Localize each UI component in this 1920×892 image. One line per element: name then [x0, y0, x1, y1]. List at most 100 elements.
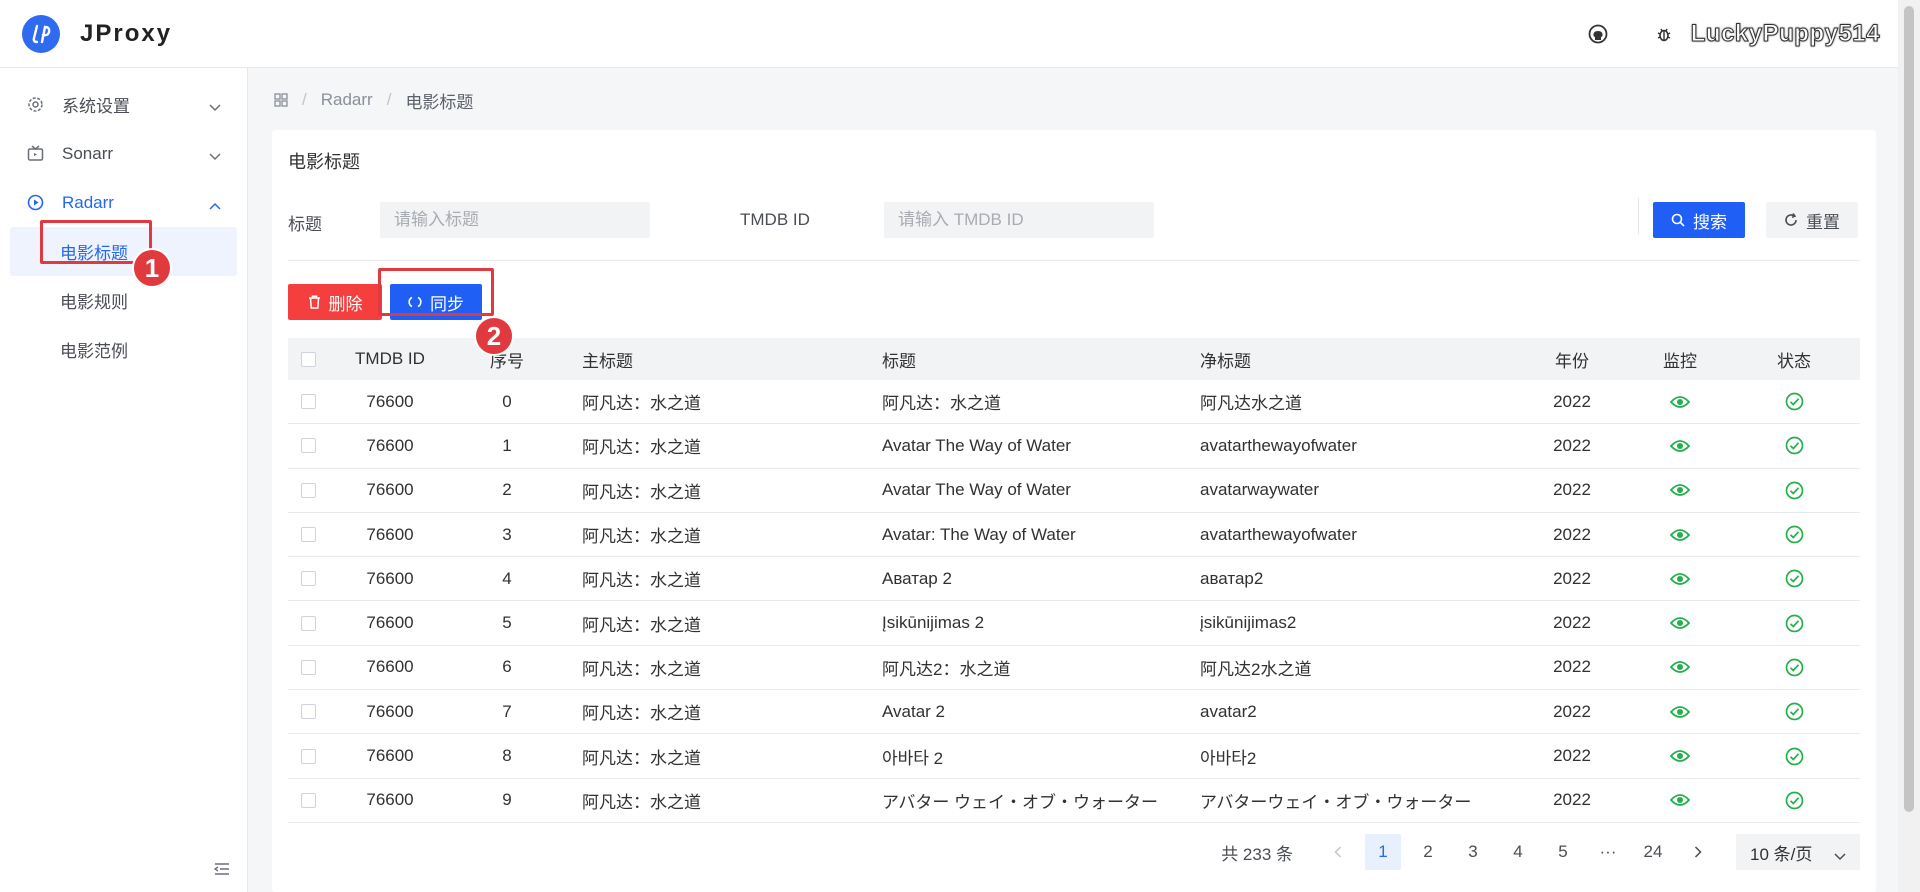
cell-main-title: 阿凡达：水之道 — [582, 748, 701, 768]
cell-status — [1736, 702, 1852, 721]
header-monitor[interactable]: 监控 — [1624, 347, 1736, 372]
select-all-checkbox[interactable] — [300, 351, 316, 367]
title-filter-label: 标题 — [288, 215, 322, 234]
cell-tmdb-id: 76600 — [366, 613, 414, 633]
header-main-title[interactable]: 主标题 — [562, 347, 882, 372]
row-checkbox[interactable] — [300, 571, 316, 587]
eye-icon[interactable] — [1670, 439, 1690, 453]
sidebar-item-movie-examples[interactable]: 电影范例 — [0, 325, 247, 374]
row-checkbox[interactable] — [300, 527, 316, 543]
table-row[interactable]: 76600 1 阿凡达：水之道 Avatar The Way of Water avat… — [288, 424, 1860, 469]
bug-icon[interactable] — [1651, 21, 1677, 47]
logo[interactable]: JProxy — [22, 14, 173, 53]
row-select-cell — [288, 571, 328, 587]
username[interactable]: LuckyPuppy514 — [1690, 20, 1880, 48]
cell-seq: 1 — [502, 435, 512, 455]
page-button-24[interactable]: 24 — [1635, 834, 1671, 870]
table-row[interactable]: 76600 0 阿凡达：水之道 阿凡达：水之道 阿凡达水之道 2022 — [288, 380, 1860, 425]
reset-button[interactable]: 重置 — [1766, 202, 1858, 238]
eye-icon[interactable] — [1670, 749, 1690, 763]
table-row[interactable]: 76600 2 阿凡达：水之道 Avatar The Way of Water avat… — [288, 469, 1860, 513]
breadcrumb-current: 电影标题 — [405, 92, 474, 112]
row-checkbox[interactable] — [300, 438, 316, 454]
sync-button[interactable]: 同步 — [390, 284, 482, 320]
page-button-4[interactable]: 4 — [1500, 834, 1536, 870]
row-checkbox[interactable] — [300, 394, 316, 410]
cell-title: Аватар 2 — [882, 568, 952, 588]
cell-tmdb-id: 76600 — [366, 701, 414, 721]
page-button-5[interactable]: 5 — [1545, 834, 1581, 870]
title-filter-input[interactable] — [380, 202, 650, 238]
table-row[interactable]: 76600 3 阿凡达：水之道 Avatar: The Way of Water ava… — [288, 513, 1860, 558]
header-year[interactable]: 年份 — [1520, 347, 1624, 372]
eye-icon[interactable] — [1670, 616, 1690, 630]
cell-seq: 7 — [502, 701, 512, 721]
page-button-1[interactable]: 1 — [1365, 834, 1401, 870]
eye-icon[interactable] — [1670, 793, 1690, 807]
scrollbar-thumb[interactable] — [1904, 6, 1914, 812]
sidebar-item-movie-titles[interactable]: 电影标题 — [10, 227, 237, 276]
page-size-select[interactable]: 10 条/页 — [1736, 834, 1860, 870]
header-tmdb-id[interactable]: TMDB ID — [328, 349, 452, 369]
row-checkbox[interactable] — [300, 482, 316, 498]
tmdb-id-input[interactable] — [884, 202, 1154, 238]
row-checkbox[interactable] — [300, 704, 316, 720]
eye-icon[interactable] — [1670, 528, 1690, 542]
eye-icon[interactable] — [1670, 395, 1690, 409]
sidebar-item-radarr[interactable]: Radarr — [0, 178, 247, 227]
cell-clean-title: 阿凡达2水之道 — [1200, 659, 1312, 679]
cell-clean-title: avatarthewayofwater — [1200, 524, 1357, 544]
table-row[interactable]: 76600 9 阿凡达：水之道 アバター ウェイ・オブ・ウォーター アバターウェイ・オブ… — [288, 779, 1860, 823]
table-row[interactable]: 76600 4 阿凡达：水之道 Аватар 2 аватар2 2022 — [288, 557, 1860, 602]
cell-status — [1736, 747, 1852, 766]
page-ellipsis[interactable]: ··· — [1590, 834, 1626, 870]
eye-icon[interactable] — [1670, 483, 1690, 497]
table-row[interactable]: 76600 6 阿凡达：水之道 阿凡达2：水之道 阿凡达2水之道 2022 — [288, 646, 1860, 691]
eye-icon[interactable] — [1670, 660, 1690, 674]
github-icon[interactable] — [1585, 21, 1611, 47]
table-row[interactable]: 76600 7 阿凡达：水之道 Avatar 2 avatar2 2022 — [288, 690, 1860, 735]
header-clean-title[interactable]: 净标题 — [1200, 347, 1520, 372]
row-checkbox[interactable] — [300, 659, 316, 675]
delete-button[interactable]: 删除 — [288, 284, 382, 320]
table-row[interactable]: 76600 8 阿凡达：水之道 아바타 2 아바타2 2022 — [288, 734, 1860, 779]
sync-icon — [408, 295, 422, 309]
eye-icon[interactable] — [1670, 572, 1690, 586]
page-scrollbar[interactable] — [1898, 0, 1920, 892]
chevron-down-icon — [209, 97, 221, 117]
header-status[interactable]: 状态 — [1736, 347, 1852, 372]
table-row[interactable]: 76600 5 阿凡达：水之道 Įsikūnijimas 2 įsikūnijimas2… — [288, 601, 1860, 646]
search-button[interactable]: 搜索 — [1653, 202, 1745, 238]
sidebar-item-sonarr[interactable]: Sonarr — [0, 129, 247, 178]
sidebar-item-movie-rules[interactable]: 电影规则 — [0, 276, 247, 325]
cell-tmdb-id: 76600 — [366, 746, 414, 766]
cell-main-title: 阿凡达：水之道 — [582, 704, 701, 724]
sidebar-subitem-label: 电影标题 — [60, 244, 128, 263]
app-title: JProxy — [80, 19, 173, 47]
cell-seq: 0 — [502, 391, 512, 411]
page-button-2[interactable]: 2 — [1410, 834, 1446, 870]
page-button-3[interactable]: 3 — [1455, 834, 1491, 870]
cell-status — [1736, 436, 1852, 455]
cell-monitor — [1624, 439, 1736, 453]
sidebar-item-system-settings[interactable]: 系统设置 — [0, 80, 247, 129]
breadcrumb-parent[interactable]: Radarr — [321, 90, 373, 110]
row-checkbox[interactable] — [300, 748, 316, 764]
pagination-total: 共 233 条 — [1221, 844, 1293, 864]
row-checkbox[interactable] — [300, 792, 316, 808]
cell-seq: 4 — [502, 568, 512, 588]
dashboard-grid-icon[interactable] — [274, 93, 288, 107]
cell-main-title: 阿凡达：水之道 — [582, 527, 701, 547]
check-circle-icon — [1785, 436, 1804, 455]
annotation-badge-2: 2 — [474, 316, 514, 356]
gear-icon — [26, 96, 44, 114]
header-title[interactable]: 标题 — [882, 347, 1200, 372]
chevron-right-icon[interactable] — [1680, 834, 1716, 870]
chevron-left-icon[interactable] — [1320, 834, 1356, 870]
cell-status — [1736, 481, 1852, 500]
row-checkbox[interactable] — [300, 615, 316, 631]
sidebar-subitem-label: 电影规则 — [60, 293, 128, 312]
sidebar-collapse-icon[interactable] — [212, 860, 232, 878]
sidebar: 系统设置 Sonarr Radarr 电影标题 电影规则 电影范例 — [0, 68, 248, 892]
eye-icon[interactable] — [1670, 705, 1690, 719]
